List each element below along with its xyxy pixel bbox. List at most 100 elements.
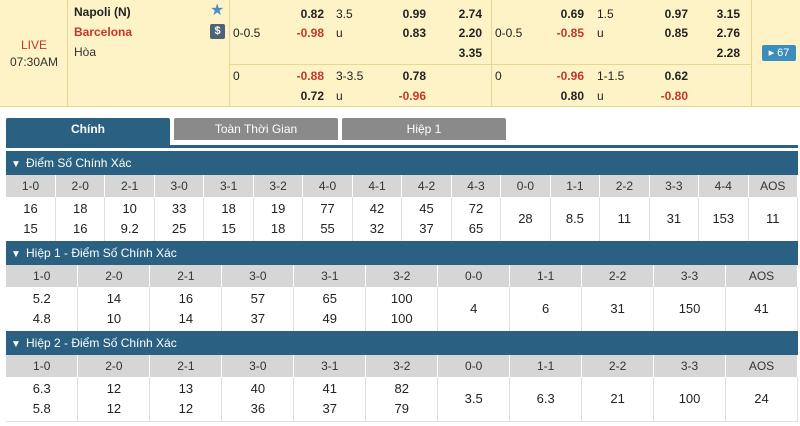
- odds-value[interactable]: 24: [726, 389, 797, 409]
- score-odds-cell[interactable]: 6: [509, 287, 583, 332]
- section-header[interactable]: ▼ Hiệp 2 - Điểm Số Chính Xác: [6, 331, 798, 355]
- score-odds-cell[interactable]: 153: [698, 197, 749, 242]
- score-odds-cell[interactable]: 8.5: [550, 197, 601, 242]
- odds-value[interactable]: 12: [78, 399, 149, 419]
- score-odds-cell[interactable]: 10 9.2: [104, 197, 155, 242]
- odds-value[interactable]: 15: [204, 219, 252, 239]
- odds-value[interactable]: 25: [155, 219, 203, 239]
- score-odds-cell[interactable]: 41: [725, 287, 798, 332]
- score-odds-cell[interactable]: 18 16: [55, 197, 106, 242]
- score-odds-cell[interactable]: 11: [748, 197, 799, 242]
- odds-value[interactable]: 41: [294, 379, 365, 399]
- odds-value[interactable]: 57: [222, 289, 293, 309]
- score-odds-cell[interactable]: 18 15: [203, 197, 254, 242]
- score-odds-cell[interactable]: 12 12: [77, 377, 151, 422]
- odds-value[interactable]: 10: [78, 309, 149, 329]
- score-odds-cell[interactable]: 33 25: [154, 197, 205, 242]
- odds-value[interactable]: 37: [402, 219, 450, 239]
- score-odds-cell[interactable]: 14 10: [77, 287, 151, 332]
- score-odds-cell[interactable]: 6.3 5.8: [6, 377, 79, 422]
- odds-value[interactable]: 45: [402, 199, 450, 219]
- odds-value[interactable]: 150: [654, 299, 725, 319]
- odds-value[interactable]: -0.88: [288, 69, 324, 83]
- score-odds-cell[interactable]: 57 37: [221, 287, 295, 332]
- score-odds-cell[interactable]: 21: [581, 377, 655, 422]
- odds-value[interactable]: 82: [366, 379, 437, 399]
- score-odds-cell[interactable]: 5.2 4.8: [6, 287, 79, 332]
- chevron-down-icon[interactable]: ▼: [6, 153, 26, 177]
- odds-value[interactable]: 16: [56, 219, 104, 239]
- odds-value[interactable]: 12: [78, 379, 149, 399]
- odds-value[interactable]: 11: [600, 209, 648, 229]
- score-odds-cell[interactable]: 40 36: [221, 377, 295, 422]
- score-odds-cell[interactable]: 19 18: [253, 197, 304, 242]
- odds-value[interactable]: 6.3: [510, 389, 581, 409]
- odds-value[interactable]: 2.74: [450, 7, 482, 21]
- odds-value[interactable]: 6: [510, 299, 581, 319]
- odds-value[interactable]: 5.8: [6, 399, 77, 419]
- score-odds-cell[interactable]: 77 55: [302, 197, 353, 242]
- home-team[interactable]: Napoli (N): [74, 5, 131, 19]
- tab-main[interactable]: Chính: [6, 118, 170, 145]
- odds-value[interactable]: 18: [56, 199, 104, 219]
- odds-value[interactable]: 0.69: [552, 7, 584, 21]
- odds-value[interactable]: 4: [438, 299, 509, 319]
- odds-value[interactable]: -0.96: [548, 69, 584, 83]
- odds-value[interactable]: 18: [204, 199, 252, 219]
- score-odds-cell[interactable]: 65 49: [293, 287, 367, 332]
- section-header[interactable]: ▼ Hiệp 1 - Điểm Số Chính Xác: [6, 241, 798, 265]
- chevron-down-icon[interactable]: ▼: [6, 333, 26, 357]
- odds-value[interactable]: 0.78: [394, 69, 426, 83]
- odds-value[interactable]: 21: [582, 389, 653, 409]
- score-odds-cell[interactable]: 11: [599, 197, 650, 242]
- odds-value[interactable]: 0.85: [656, 26, 688, 40]
- odds-value[interactable]: 8.5: [551, 209, 599, 229]
- odds-value[interactable]: 33: [155, 199, 203, 219]
- odds-value[interactable]: 100: [366, 309, 437, 329]
- tab-full-time[interactable]: Toàn Thời Gian: [174, 118, 338, 140]
- odds-value[interactable]: 3.15: [708, 7, 740, 21]
- odds-value[interactable]: 2.76: [708, 26, 740, 40]
- odds-value[interactable]: 5.2: [6, 289, 77, 309]
- odds-value[interactable]: 72: [452, 199, 500, 219]
- dollar-icon[interactable]: $: [210, 24, 225, 39]
- odds-value[interactable]: -0.98: [288, 26, 324, 40]
- odds-value[interactable]: 14: [150, 309, 221, 329]
- odds-value[interactable]: 31: [582, 299, 653, 319]
- odds-value[interactable]: -0.96: [390, 89, 426, 103]
- odds-value[interactable]: 65: [294, 289, 365, 309]
- odds-value[interactable]: 11: [749, 209, 797, 229]
- odds-value[interactable]: 28: [501, 209, 549, 229]
- score-odds-cell[interactable]: 100: [653, 377, 727, 422]
- odds-value[interactable]: 79: [366, 399, 437, 419]
- odds-value[interactable]: 6.3: [6, 379, 77, 399]
- odds-value[interactable]: 12: [150, 399, 221, 419]
- odds-value[interactable]: 100: [366, 289, 437, 309]
- odds-value[interactable]: 2.20: [450, 26, 482, 40]
- score-odds-cell[interactable]: 6.3: [509, 377, 583, 422]
- odds-value[interactable]: 77: [303, 199, 351, 219]
- score-odds-cell[interactable]: 24: [725, 377, 798, 422]
- score-odds-cell[interactable]: 100 100: [365, 287, 439, 332]
- odds-value[interactable]: 0.80: [552, 89, 584, 103]
- odds-value[interactable]: 36: [222, 399, 293, 419]
- odds-value[interactable]: 3.35: [450, 46, 482, 60]
- odds-value[interactable]: 0.82: [292, 7, 324, 21]
- score-odds-cell[interactable]: 31: [581, 287, 655, 332]
- odds-value[interactable]: 15: [6, 219, 55, 239]
- score-odds-cell[interactable]: 28: [500, 197, 551, 242]
- odds-value[interactable]: 16: [6, 199, 55, 219]
- odds-value[interactable]: -0.80: [652, 89, 688, 103]
- odds-value[interactable]: 19: [254, 199, 302, 219]
- away-team[interactable]: Barcelona: [74, 25, 132, 39]
- score-odds-cell[interactable]: 3.5: [437, 377, 511, 422]
- score-odds-cell[interactable]: 31: [649, 197, 700, 242]
- section-header[interactable]: ▼ Điểm Số Chính Xác: [6, 151, 798, 175]
- score-odds-cell[interactable]: 16 14: [149, 287, 223, 332]
- tab-first-half[interactable]: Hiệp 1: [342, 118, 506, 140]
- score-odds-cell[interactable]: 72 65: [451, 197, 502, 242]
- odds-value[interactable]: 10: [105, 199, 153, 219]
- odds-value[interactable]: 13: [150, 379, 221, 399]
- odds-value[interactable]: 4.8: [6, 309, 77, 329]
- odds-value[interactable]: 65: [452, 219, 500, 239]
